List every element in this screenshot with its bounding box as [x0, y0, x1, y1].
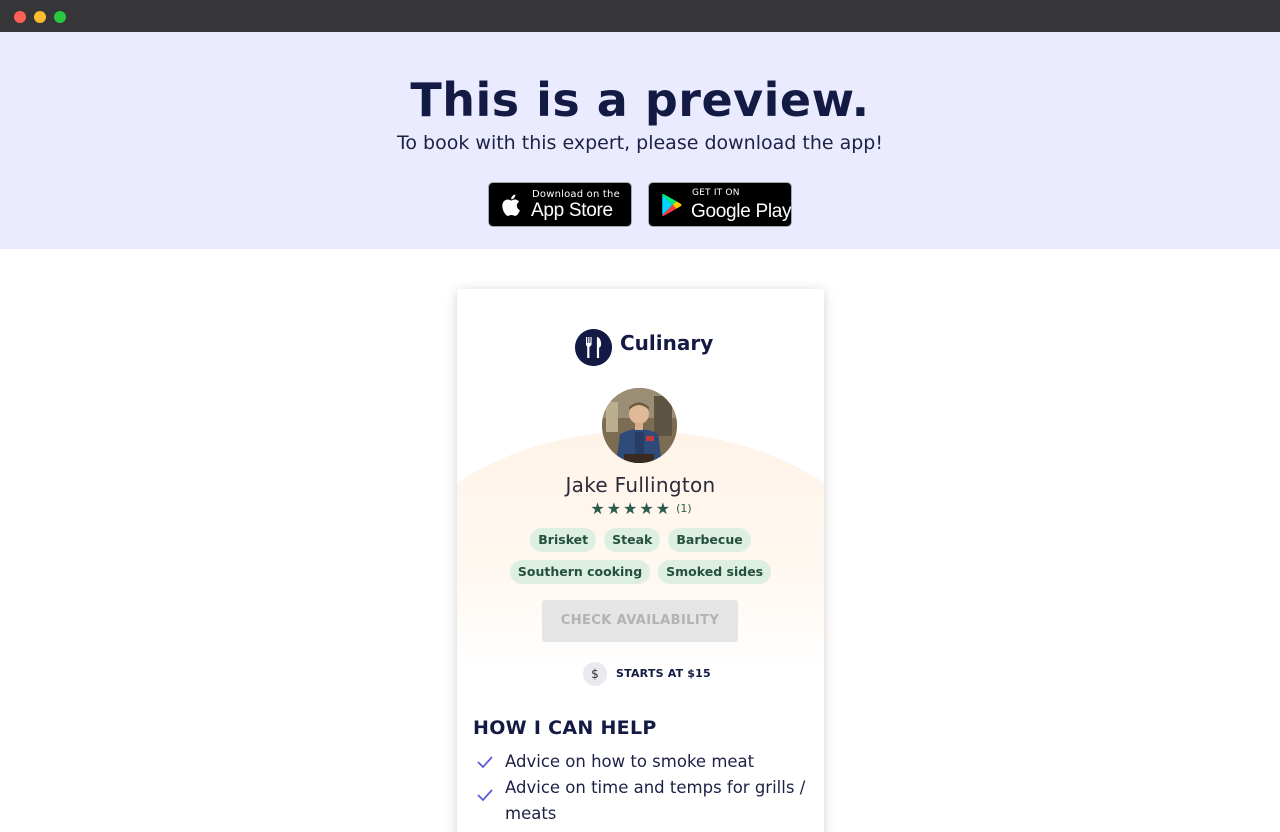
category-header: Culinary	[457, 329, 824, 366]
app-store-small-text: Download on the	[532, 189, 620, 200]
rating-count: (1)	[676, 502, 692, 515]
dollar-icon: $	[583, 662, 607, 686]
help-item-text: Advice on time and temps for grills / me…	[505, 778, 806, 823]
close-window-button[interactable]	[14, 11, 26, 23]
tag-row: Southern cooking Smoked sides	[457, 560, 824, 584]
window-titlebar	[0, 0, 1280, 32]
help-list: Advice on how to smoke meat Advice on ti…	[473, 749, 813, 827]
tag-smoked-sides: Smoked sides	[658, 560, 772, 584]
app-store-big-text: App Store	[531, 200, 613, 221]
star-icon: ★	[623, 499, 638, 518]
help-list-item: Advice on time and temps for grills / me…	[473, 775, 813, 827]
category-label: Culinary	[620, 331, 714, 355]
help-list-item: Advice on how to smoke meat	[473, 749, 813, 775]
price-info: $ STARTS AT $15	[457, 662, 824, 686]
tag-barbecue: Barbecue	[668, 528, 751, 552]
star-icon: ★	[606, 499, 622, 518]
banner-subtitle: To book with this expert, please downloa…	[397, 132, 883, 154]
check-availability-button[interactable]: CHECK AVAILABILITY	[542, 600, 738, 642]
google-play-small-text: GET IT ON	[692, 188, 740, 198]
expert-name: Jake Fullington	[565, 473, 716, 497]
apple-icon	[502, 194, 520, 216]
fork-knife-icon	[575, 329, 612, 366]
tag-steak: Steak	[604, 528, 661, 552]
preview-banner: This is a preview. To book with this exp…	[0, 32, 1280, 249]
rating: ★ ★ ★ ★ ★ (1)	[457, 499, 824, 518]
checkmark-icon	[477, 789, 493, 802]
expert-card: Culinary Jake Fullington ★ ★ ★ ★ ★ (1) Brisk…	[457, 289, 824, 832]
expert-avatar[interactable]	[602, 388, 677, 463]
checkmark-icon	[477, 756, 493, 769]
help-item-text: Advice on how to smoke meat	[505, 752, 755, 771]
tag-row: Brisket Steak Barbecue	[457, 528, 824, 552]
tag-southern-cooking: Southern cooking	[509, 560, 651, 584]
star-icon: ★	[655, 499, 671, 518]
price-label: STARTS AT $15	[616, 667, 711, 680]
minimize-window-button[interactable]	[34, 11, 46, 23]
tag-brisket: Brisket	[530, 528, 597, 552]
google-play-icon	[662, 194, 682, 216]
banner-title: This is a preview.	[410, 73, 870, 127]
google-play-button[interactable]: GET IT ON Google Play	[648, 182, 792, 227]
google-play-big-text: Google Play	[691, 201, 792, 222]
star-icon: ★	[639, 499, 654, 518]
star-icon: ★	[590, 499, 605, 518]
maximize-window-button[interactable]	[54, 11, 66, 23]
help-section-title: HOW I CAN HELP	[473, 717, 657, 739]
app-store-button[interactable]: Download on the App Store	[488, 182, 632, 227]
